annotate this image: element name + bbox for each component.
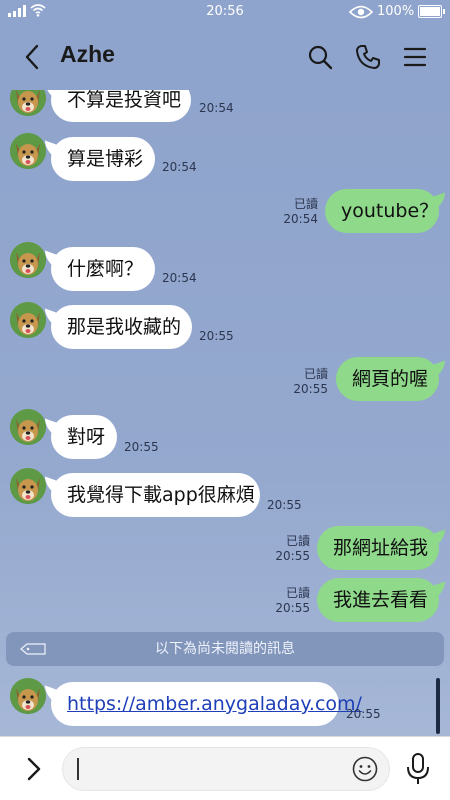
phone-icon[interactable] [353, 42, 383, 72]
avatar[interactable] [10, 468, 46, 504]
message-time: 20:55 [346, 707, 381, 721]
message-time: 20:55 [124, 440, 159, 454]
message-time: 20:54 [199, 101, 234, 115]
back-button[interactable] [18, 42, 48, 72]
message-time: 20:55 [199, 329, 234, 343]
avatar[interactable] [10, 678, 46, 714]
chat-title: Azhe [60, 41, 115, 67]
avatar[interactable] [10, 90, 46, 116]
microphone-icon[interactable] [404, 752, 432, 786]
chat-area[interactable]: 不算是投資吧 20:54 算是博彩 20:54 已讀 20:54 youtube… [0, 90, 450, 736]
scrollbar[interactable] [436, 678, 440, 734]
read-label: 已讀 [285, 586, 310, 600]
message-input[interactable] [62, 747, 390, 791]
read-receipt: 已讀 20:55 [272, 534, 310, 564]
message-link[interactable]: https://amber.anygaladay.com/ [67, 693, 362, 715]
read-receipt: 已讀 20:55 [290, 367, 328, 397]
message-time: 20:55 [293, 382, 328, 396]
message-bubble[interactable]: 對呀 [51, 415, 117, 459]
message-bubble[interactable]: 那是我收藏的 [51, 305, 192, 349]
eye-comfort-icon [349, 5, 373, 19]
battery-percent: 100% [377, 4, 415, 19]
read-receipt: 已讀 20:54 [280, 197, 318, 227]
read-label: 已讀 [303, 367, 328, 381]
message-bubble[interactable]: 算是博彩 [51, 137, 155, 181]
emoji-icon[interactable] [352, 756, 378, 782]
avatar[interactable] [10, 409, 46, 445]
read-label: 已讀 [285, 534, 310, 548]
avatar[interactable] [10, 242, 46, 278]
avatar[interactable] [10, 133, 46, 169]
message-bubble[interactable]: youtube？ [325, 189, 439, 233]
message-time: 20:54 [283, 212, 318, 226]
message-time: 20:55 [275, 601, 310, 615]
message-time: 20:54 [162, 271, 197, 285]
message-bubble[interactable]: 不算是投資吧 [51, 90, 191, 122]
status-bar: 20:56 100% [0, 0, 450, 24]
search-icon[interactable] [305, 42, 335, 72]
read-label: 已讀 [293, 197, 318, 211]
unread-divider-label: 以下為尚未閱讀的訊息 [155, 641, 295, 657]
message-bubble[interactable]: https://amber.anygaladay.com/ [51, 682, 362, 726]
chat-header: Azhe [0, 24, 450, 90]
chevron-right-icon[interactable] [20, 754, 48, 784]
menu-icon[interactable] [400, 42, 430, 72]
message-bubble[interactable]: 網頁的喔 [336, 357, 439, 401]
message-bubble[interactable]: 我覺得下載app很麻煩 [51, 473, 260, 517]
message-bubble[interactable]: 什麼啊？ [51, 247, 155, 291]
message-time: 20:55 [267, 498, 302, 512]
read-receipt: 已讀 20:55 [272, 586, 310, 616]
tag-icon [20, 643, 46, 655]
message-bubble[interactable]: 那網址給我 [317, 526, 439, 570]
battery-icon [418, 5, 445, 18]
message-bubble[interactable]: 我進去看看 [317, 578, 439, 622]
text-caret [77, 758, 79, 780]
input-bar [0, 736, 450, 800]
unread-divider: 以下為尚未閱讀的訊息 [6, 632, 444, 666]
avatar[interactable] [10, 302, 46, 338]
message-time: 20:55 [275, 549, 310, 563]
message-time: 20:54 [162, 160, 197, 174]
